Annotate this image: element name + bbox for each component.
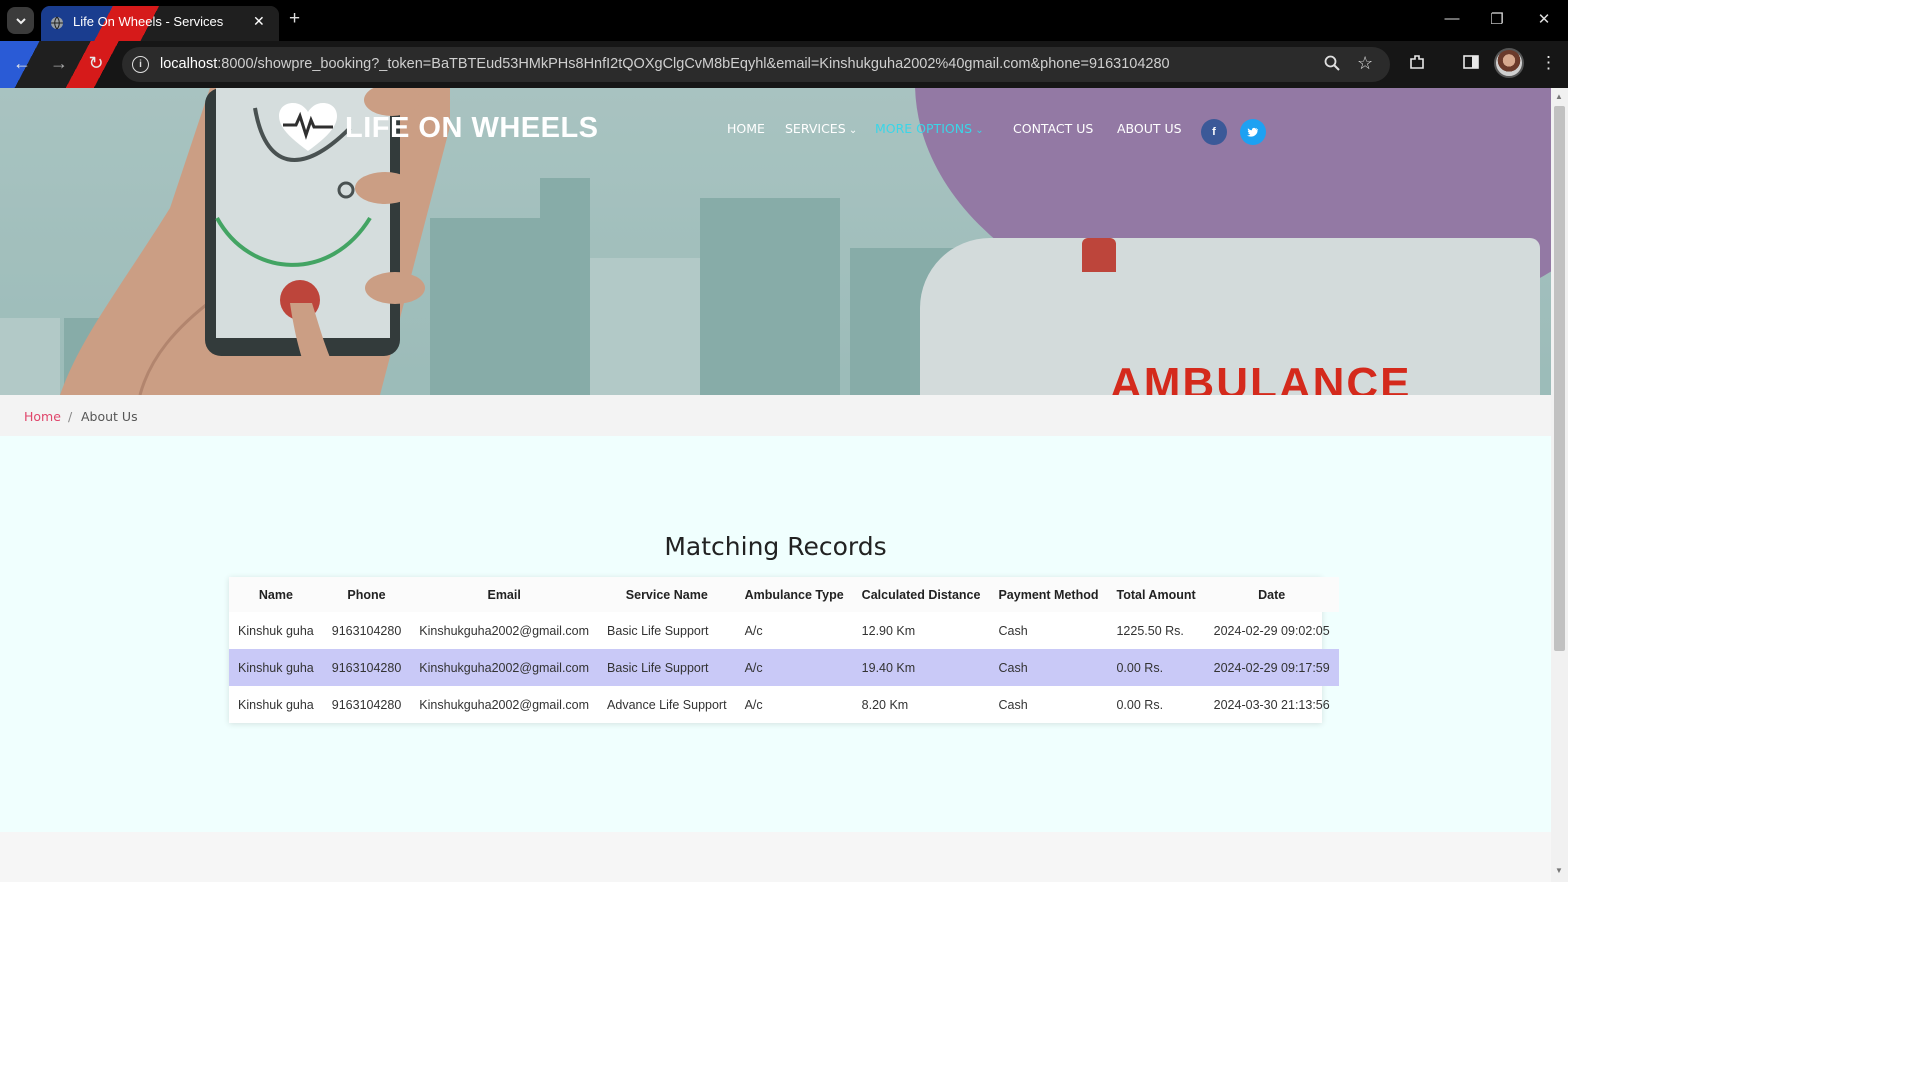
cell-name: Kinshuk guha [229,649,323,686]
extensions-icon[interactable] [1408,53,1426,76]
close-tab-icon[interactable]: ✕ [253,13,265,30]
zoom-icon[interactable] [1324,55,1340,76]
breadcrumb-separator: / [68,409,73,424]
breadcrumb-home-link[interactable]: Home [24,409,61,424]
logo-text: LIFE ON WHEELS [345,111,599,144]
cell-amount: 0.00 Rs. [1116,697,1164,712]
cell-date: 2024-03-30 21:13:56 [1213,697,1330,712]
minimize-icon[interactable]: — [1442,10,1462,27]
main-content: Matching Records Name Phone Email Servic… [0,436,1551,832]
cell-ambulance-type: A/c [744,623,763,638]
scroll-down-icon[interactable]: ▼ [1555,866,1563,875]
cell-email: Kinshukguha2002@gmail.com [419,697,590,712]
cell-ambulance-type: A/c [744,697,763,712]
url-path: :8000/showpre_booking?_token=BaTBTEud53H… [217,56,1170,72]
hero-banner [0,88,1551,395]
cell-phone: 9163104280 [331,623,402,638]
chevron-down-icon: ⌄ [972,125,984,136]
tab-title: Life On Wheels - Services [73,14,224,29]
globe-icon [51,16,63,30]
cell-name: Kinshuk guha [238,623,314,638]
column-header: Phone [322,577,411,612]
back-arrow-icon[interactable]: ← [10,53,34,74]
cell-payment: Cash [998,697,1028,712]
column-header: Service Name [598,577,736,612]
site-info-icon[interactable]: i [132,56,149,73]
nav-contact-us[interactable]: CONTACT US [1013,121,1093,136]
close-window-icon[interactable]: ✕ [1534,10,1554,28]
column-header: Name [229,577,323,612]
page-scrollbar[interactable]: ▲ ▼ [1551,88,1568,882]
scroll-up-icon[interactable]: ▲ [1555,92,1563,101]
cell-email: Kinshukguha2002@gmail.com [410,649,599,686]
hero-overlay [0,88,1551,395]
nav-home[interactable]: HOME [727,121,765,136]
ambulance-text: AMBULANCE [1110,362,1412,395]
page-heading: Matching Records [664,532,887,561]
column-header: Ambulance Type [735,577,853,612]
cell-payment: Cash [989,649,1108,686]
cell-phone: 9163104280 [322,649,411,686]
records-table-card: Name Phone Email Service Name Ambulance … [229,577,1339,723]
reload-icon[interactable]: ↻ [84,53,108,74]
cell-distance: 8.20 Km [861,697,909,712]
nav-services-label: SERVICES [785,121,846,136]
footer-strip [0,832,1551,882]
cell-date: 2024-02-29 09:17:59 [1204,649,1339,686]
breadcrumb-current: About Us [81,409,138,424]
chevron-down-icon [15,17,26,24]
heart-pulse-icon [279,103,337,151]
side-panel-icon[interactable] [1462,53,1480,76]
cell-ambulance-type: A/c [735,649,853,686]
twitter-icon[interactable] [1240,119,1266,145]
cell-date: 2024-02-29 09:02:05 [1213,623,1330,638]
forward-arrow-icon[interactable]: → [47,53,71,74]
cell-amount: 1225.50 Rs. [1116,623,1184,638]
restore-icon[interactable]: ❐ [1487,10,1507,28]
table-row: Kinshuk guha 9163104280 Kinshukguha2002@… [229,612,1339,649]
cell-email: Kinshukguha2002@gmail.com [419,623,590,638]
browser-tab-bar: Life On Wheels - Services ✕ + — ❐ ✕ [0,0,1568,41]
records-table: Name Phone Email Service Name Ambulance … [229,577,1339,723]
url-text[interactable]: localhost:8000/showpre_booking?_token=Ba… [160,56,1170,72]
column-header: Date [1204,577,1339,612]
url-host: localhost [160,56,218,72]
site-logo[interactable]: LIFE ON WHEELS [279,103,599,153]
nav-services[interactable]: SERVICES ⌄ [785,121,857,136]
breadcrumb: Home / About Us [0,395,1551,436]
chevron-down-icon: ⌄ [845,125,858,136]
table-row: Kinshuk guha 9163104280 Kinshukguha2002@… [229,686,1339,723]
tab-search-button[interactable] [7,7,34,34]
nav-more-options-label: MORE OPTIONS [875,121,973,136]
cell-service: Basic Life Support [598,649,736,686]
cell-service: Advance Life Support [607,697,727,712]
browser-toolbar: ← → ↻ i localhost:8000/showpre_booking?_… [0,41,1568,88]
column-header: Payment Method [989,577,1108,612]
facebook-icon[interactable]: f [1201,119,1227,145]
new-tab-icon[interactable]: + [289,8,300,30]
cell-distance: 12.90 Km [861,623,916,638]
cell-distance: 19.40 Km [852,649,990,686]
bookmark-star-icon[interactable]: ☆ [1357,53,1373,74]
nav-about-us[interactable]: ABOUT US [1117,121,1182,136]
column-header: Calculated Distance [852,577,990,612]
column-header: Total Amount [1107,577,1205,612]
table-header-row: Name Phone Email Service Name Ambulance … [229,577,1339,612]
cell-amount: 0.00 Rs. [1107,649,1205,686]
cell-name: Kinshuk guha [238,697,314,712]
browser-tab[interactable]: Life On Wheels - Services ✕ [41,6,279,41]
cell-service: Basic Life Support [607,623,709,638]
cell-payment: Cash [998,623,1028,638]
nav-more-options[interactable]: MORE OPTIONS ⌄ [875,121,984,136]
table-row: Kinshuk guha 9163104280 Kinshukguha2002@… [229,649,1339,686]
column-header: Email [410,577,599,612]
scrollbar-thumb[interactable] [1554,106,1565,651]
more-menu-icon[interactable]: ⋮ [1540,53,1557,73]
cell-phone: 9163104280 [331,697,402,712]
profile-avatar[interactable] [1494,48,1524,78]
address-bar[interactable]: i localhost:8000/showpre_booking?_token=… [122,47,1390,82]
